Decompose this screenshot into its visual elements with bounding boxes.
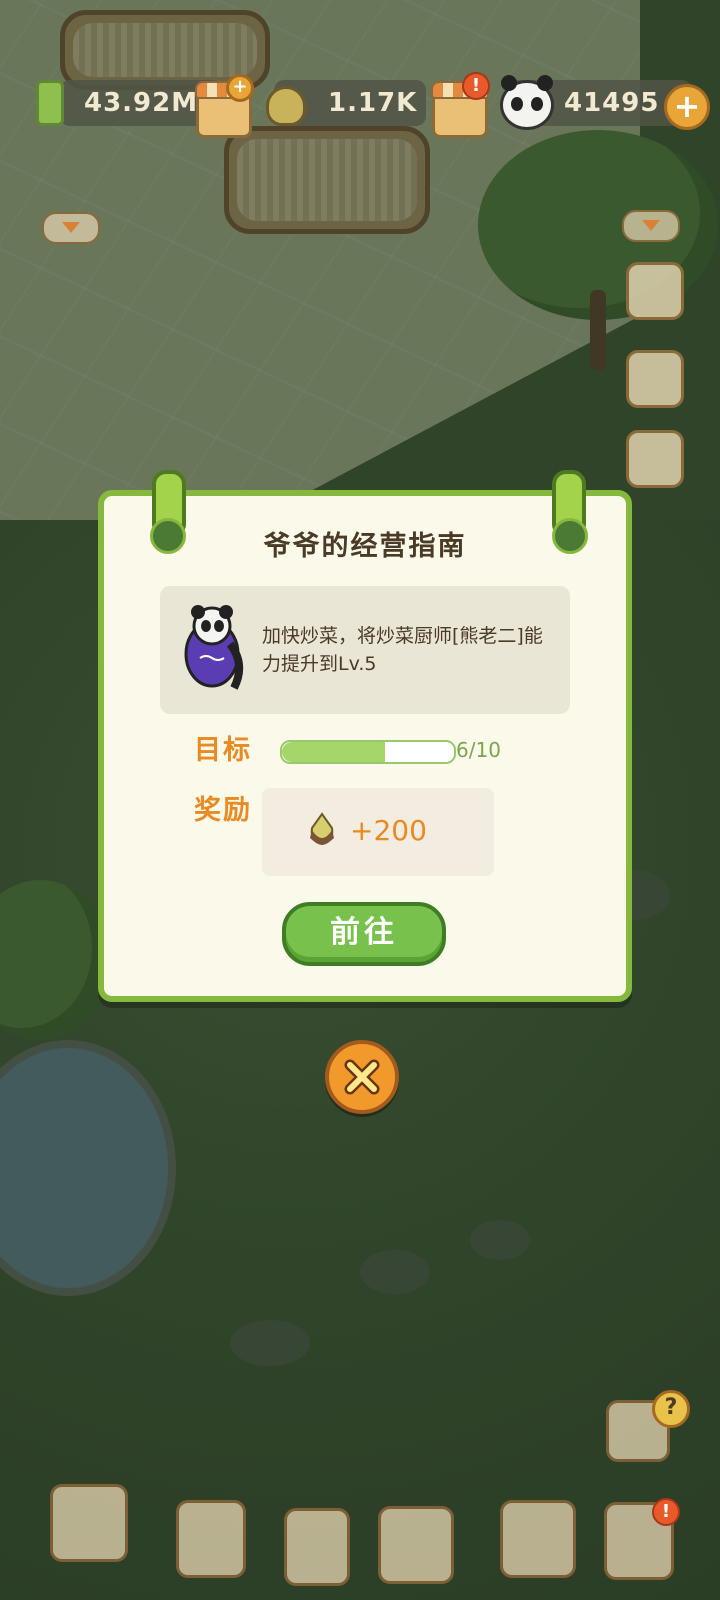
shop-alert-badge: ! [462, 72, 490, 100]
dialog-title: 爷爷的经营指南 [263, 531, 467, 562]
panda-amount: 41495 [564, 88, 660, 118]
add-panda-button[interactable]: + [664, 84, 710, 130]
panda-chef-icon [184, 605, 244, 690]
help-button[interactable]: ? [652, 1390, 690, 1428]
staff-card-button[interactable] [500, 1500, 576, 1578]
progress-count: 6/10 [456, 738, 501, 762]
checkin-calendar-button[interactable] [626, 350, 684, 408]
add-icon[interactable]: + [226, 74, 254, 102]
crown-button[interactable] [626, 430, 684, 488]
reward-label: 奖励 [194, 795, 252, 826]
map-button[interactable] [50, 1484, 128, 1562]
task-card: 加快炒菜，将炒菜厨师[熊老二]能力提升到Lv.5 [160, 586, 570, 714]
task-description: 加快炒菜，将炒菜厨师[熊老二]能力提升到Lv.5 [262, 625, 543, 675]
shoot-amount: 1.17K [328, 88, 418, 118]
reward-amount: +200 [350, 814, 427, 847]
bamboo-icon [36, 80, 64, 126]
task-progress-bar [280, 740, 456, 764]
menu-book-button[interactable] [284, 1508, 350, 1586]
guide-dialog: 爷爷的经营指南 加快炒菜，将炒菜厨师[熊老二]能力提升到Lv.5 目标 6/10… [98, 470, 632, 1002]
task-progress-fill [282, 742, 386, 762]
bamboo-shoot-icon [310, 812, 334, 846]
menu-list-button[interactable] [626, 262, 684, 320]
delivery-alert-badge: ! [652, 1498, 680, 1526]
collapse-left-button[interactable] [42, 212, 100, 244]
collapse-right-button[interactable] [622, 210, 680, 242]
close-dialog-button[interactable] [325, 1040, 399, 1114]
paint-bucket-button[interactable] [176, 1500, 246, 1578]
bamboo-shoot-icon [266, 86, 306, 126]
target-label: 目标 [194, 735, 252, 766]
panda-eye [511, 97, 523, 111]
close-icon [344, 1059, 380, 1095]
reward-card: +200 [262, 788, 494, 876]
panda-icon [500, 75, 554, 130]
bamboo-amount: 43.92M [84, 88, 199, 118]
panda-eye [531, 97, 543, 111]
recipe-button[interactable] [378, 1506, 454, 1584]
go-button[interactable]: 前往 [282, 902, 446, 966]
